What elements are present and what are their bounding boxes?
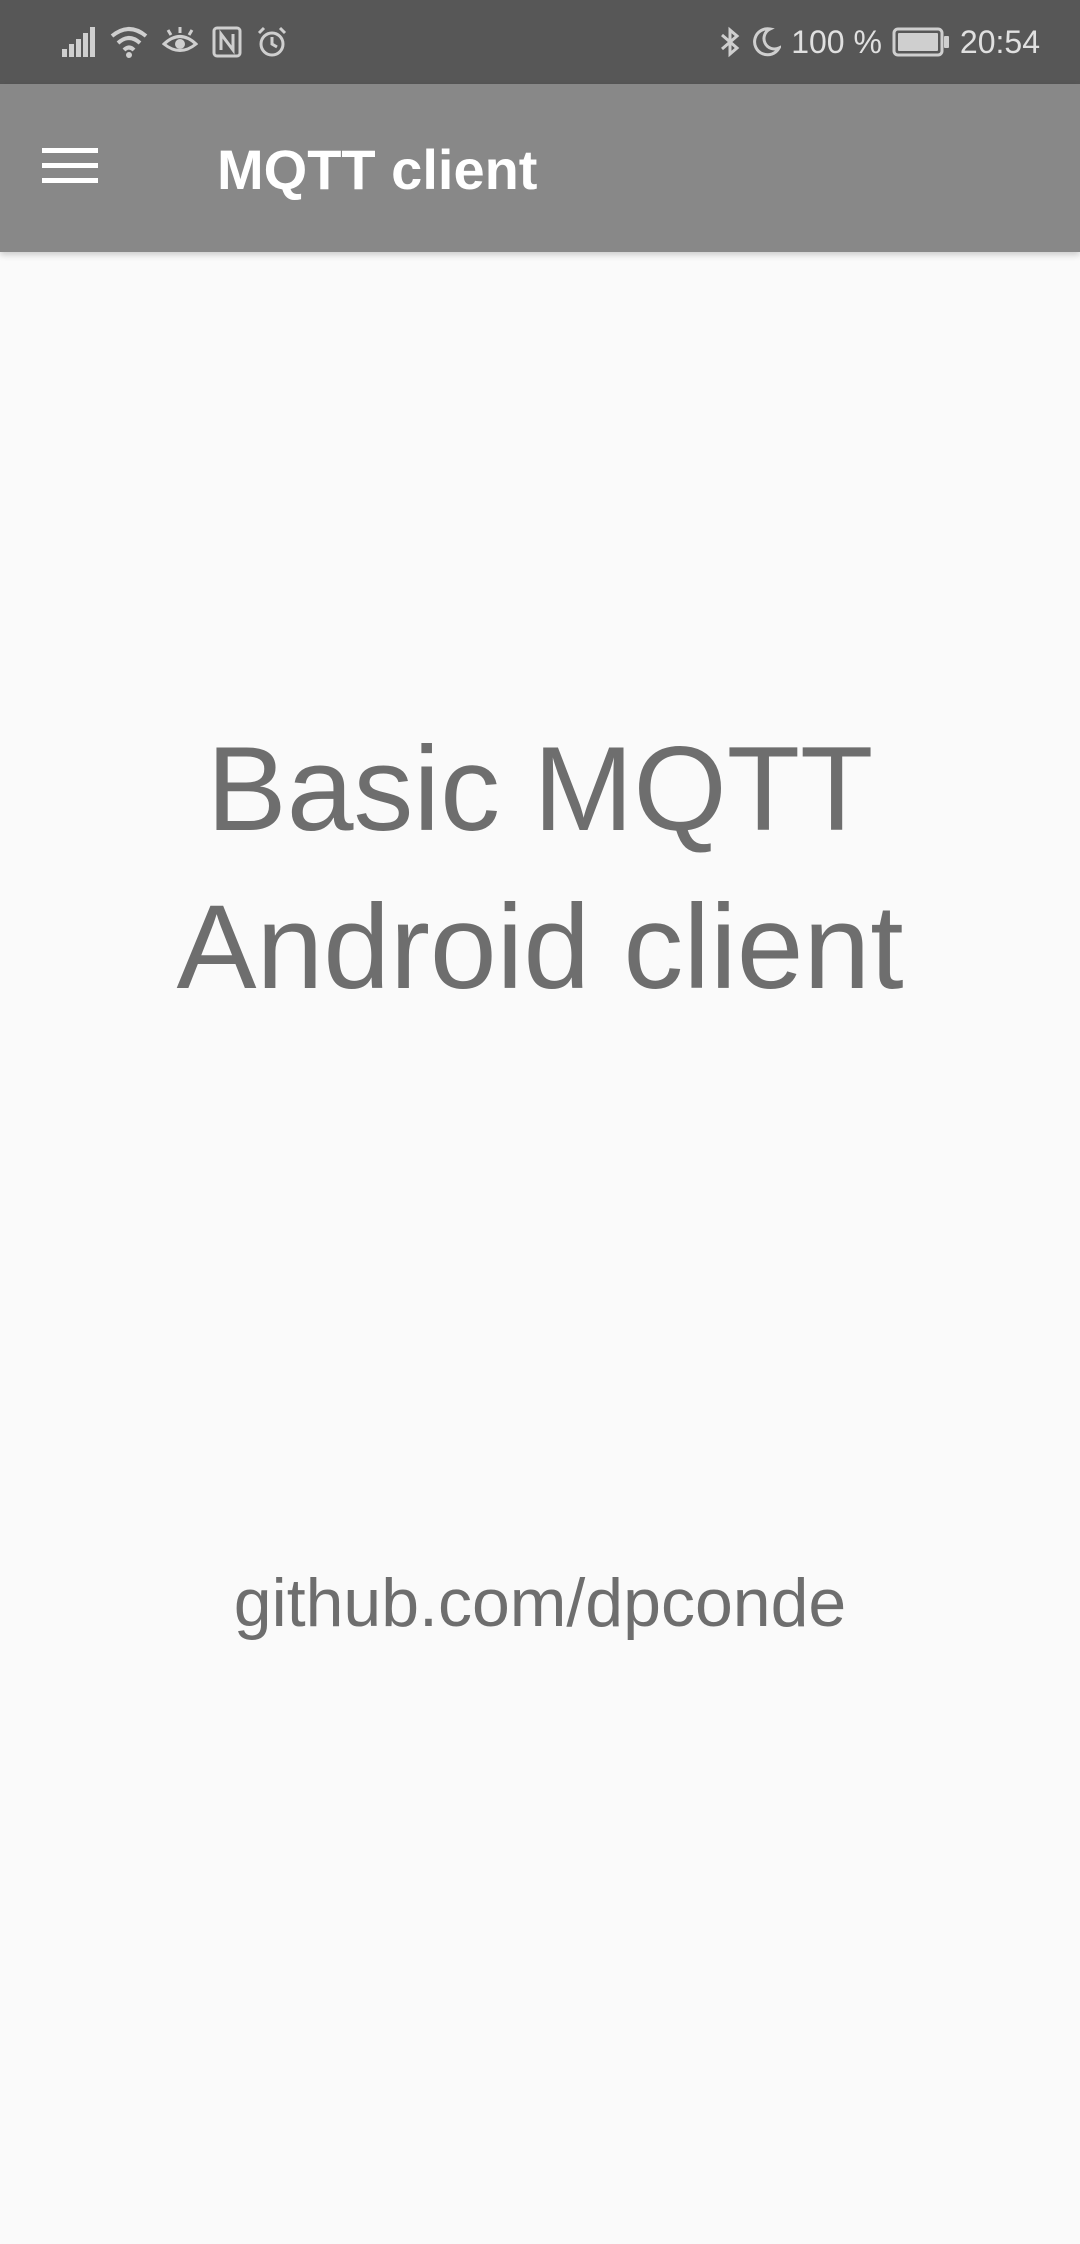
alarm-icon xyxy=(256,26,288,58)
headline-line-2: Android client xyxy=(176,880,904,1014)
app-title: MQTT client xyxy=(217,138,538,201)
github-link[interactable]: github.com/dpconde xyxy=(0,1565,1080,1641)
signal-icon xyxy=(62,27,96,57)
wifi-icon xyxy=(110,26,148,58)
status-time: 20:54 xyxy=(959,23,1040,60)
hamburger-menu-button[interactable] xyxy=(30,128,110,208)
bluetooth-icon xyxy=(719,26,741,58)
status-icons-left xyxy=(62,20,288,64)
headline-line-1: Basic MQTT xyxy=(206,722,874,856)
hamburger-menu-icon xyxy=(42,146,98,191)
status-bar: 100 % 20:54 xyxy=(0,0,1080,84)
headline: Basic MQTT Android client xyxy=(0,710,1080,1026)
battery-icon xyxy=(892,27,950,57)
do-not-disturb-moon-icon xyxy=(751,26,782,58)
eye-comfort-icon xyxy=(162,27,198,57)
nfc-icon xyxy=(212,26,242,58)
app-bar: MQTT client xyxy=(0,84,1080,252)
status-icons-right: 100 % 20:54 xyxy=(719,20,1040,64)
battery-percent: 100 % xyxy=(791,23,882,60)
